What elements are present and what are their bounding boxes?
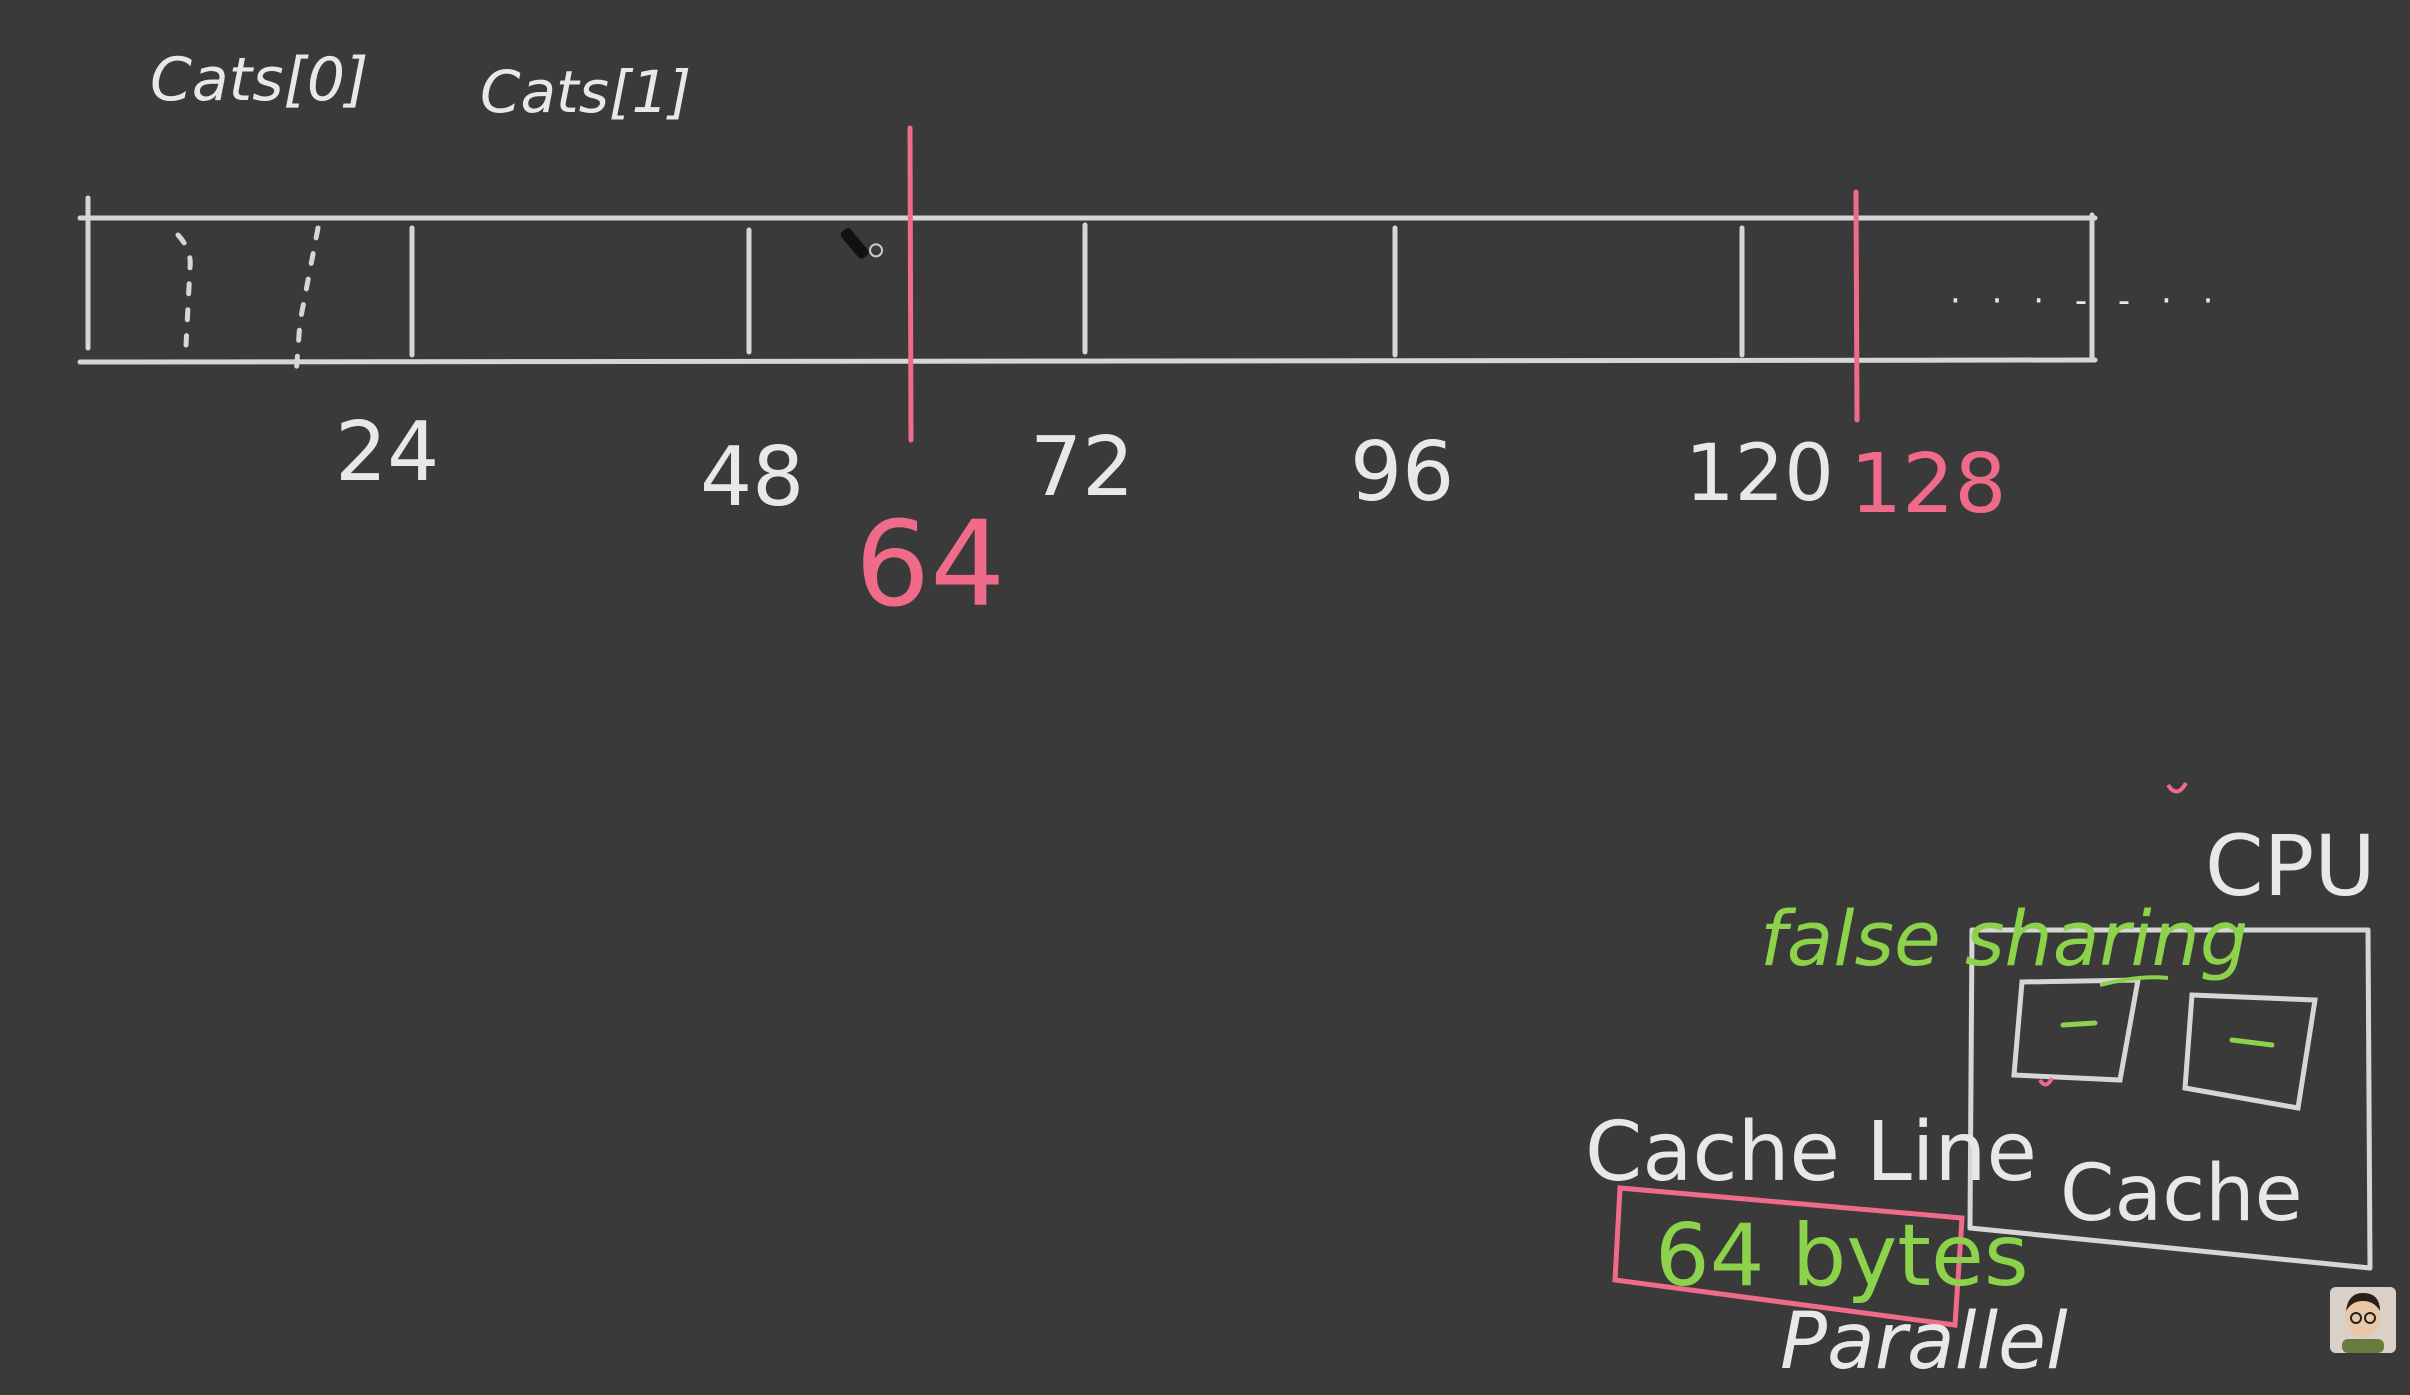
cached-line-mark-2 (2229, 1037, 2275, 1048)
core-cache-1 (2011, 977, 2141, 1083)
cache-line-label: Cache Line (1585, 1105, 2037, 1200)
offset-64: 64 (855, 495, 1005, 633)
offset-128: 128 (1850, 437, 2007, 532)
pen-cursor-ring (869, 243, 884, 258)
offset-24: 24 (335, 405, 439, 500)
pen-cursor-body (840, 228, 869, 259)
label-cats-1: Cats[1] (480, 58, 691, 126)
core-cache-2 (2182, 992, 2318, 1111)
memory-strip (77, 195, 2098, 365)
presenter-avatar (2330, 1287, 2396, 1353)
core-cache-2-outline (2182, 992, 2318, 1111)
cached-line-marks (2060, 1020, 2275, 1048)
core-cache-1-outline (2011, 977, 2141, 1083)
offset-120: 120 (1685, 429, 1834, 519)
offset-48: 48 (700, 430, 804, 525)
dashed-mark-1 (175, 232, 193, 348)
label-cats-0: Cats[0] (150, 45, 368, 115)
cache-label: Cache (2060, 1149, 2303, 1239)
pink-tick (2166, 781, 2188, 794)
whiteboard-canvas: Cats[0] Cats[1] · · · - - · · 24 48 72 9… (0, 0, 2410, 1390)
boundary-128 (1853, 189, 1860, 423)
cpu-box-right (2365, 927, 2373, 1271)
cache-line-bytes: 64 bytes (1655, 1206, 2029, 1306)
parallel-label: Parallel (1780, 1297, 2068, 1387)
avatar-shirt (2342, 1339, 2384, 1353)
strip-bottom-edge (77, 357, 2098, 365)
cache-line-boundaries (907, 125, 1860, 443)
cached-line-mark-1 (2060, 1020, 2098, 1028)
offset-72: 72 (1030, 420, 1134, 515)
pen-cursor-icon (840, 228, 884, 259)
whiteboard-drawing: Cats[0] Cats[1] · · · - - · · 24 48 72 9… (77, 45, 2376, 1387)
dashed-field-marks (175, 225, 321, 378)
false-sharing-label: false sharing (1760, 894, 2248, 983)
presenter-avatar-face (2330, 1287, 2396, 1353)
dashed-mark-2 (293, 225, 321, 378)
boundary-64 (907, 125, 914, 443)
strip-continuation: · · · - - · · (1950, 281, 2223, 321)
offset-96: 96 (1350, 425, 1454, 520)
